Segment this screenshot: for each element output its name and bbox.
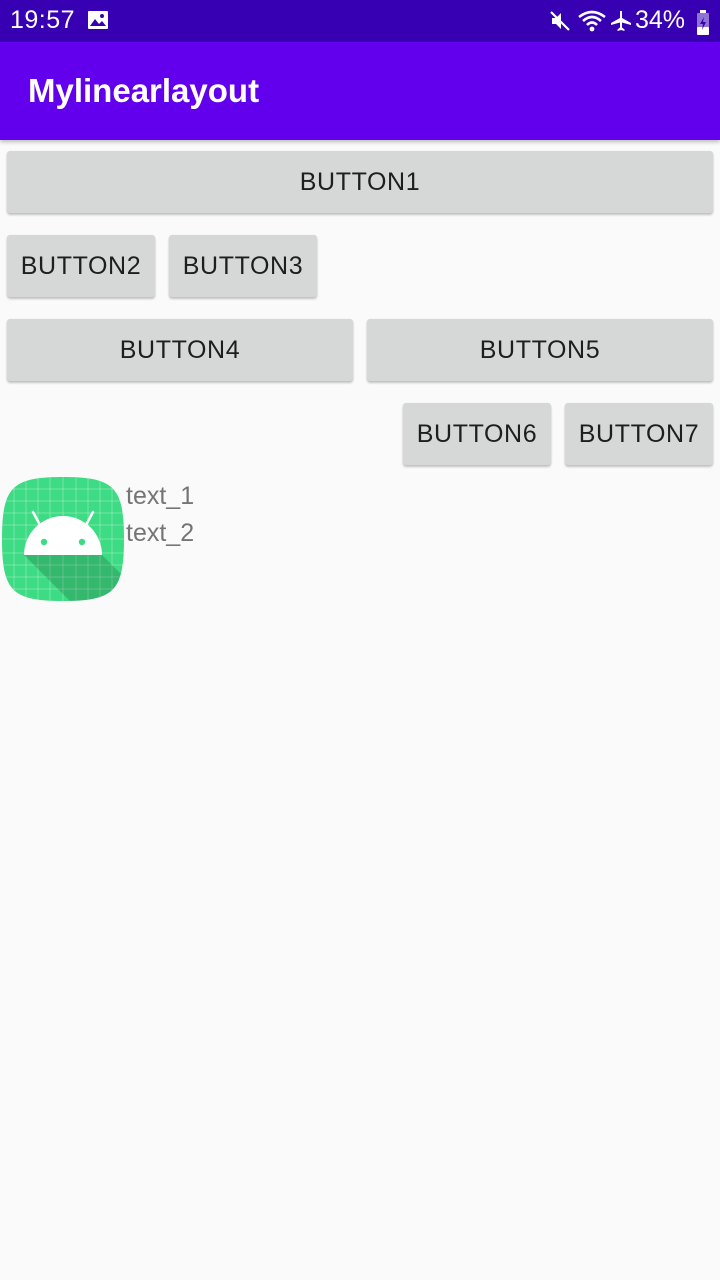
status-time: 19:57: [10, 6, 76, 34]
mute-icon: [548, 9, 572, 38]
text-1: text_1: [126, 482, 195, 510]
button5[interactable]: BUTTON5: [367, 319, 713, 381]
button6[interactable]: BUTTON6: [403, 403, 551, 465]
battery-icon: [696, 10, 710, 41]
status-bar: 19:57 34%: [0, 0, 720, 42]
android-launcher-icon: [2, 477, 124, 601]
button4[interactable]: BUTTON4: [7, 319, 353, 381]
button2[interactable]: BUTTON2: [7, 235, 155, 297]
app-bar: Mylinearlayout: [0, 42, 720, 140]
battery-percent: 34%: [635, 6, 686, 34]
button1[interactable]: BUTTON1: [7, 151, 713, 213]
button7[interactable]: BUTTON7: [565, 403, 713, 465]
airplane-icon: [609, 9, 633, 38]
wifi-icon: [577, 9, 607, 38]
text-2: text_2: [126, 519, 195, 547]
gallery-icon: [87, 10, 109, 35]
button3[interactable]: BUTTON3: [169, 235, 317, 297]
page-title: Mylinearlayout: [28, 72, 260, 109]
